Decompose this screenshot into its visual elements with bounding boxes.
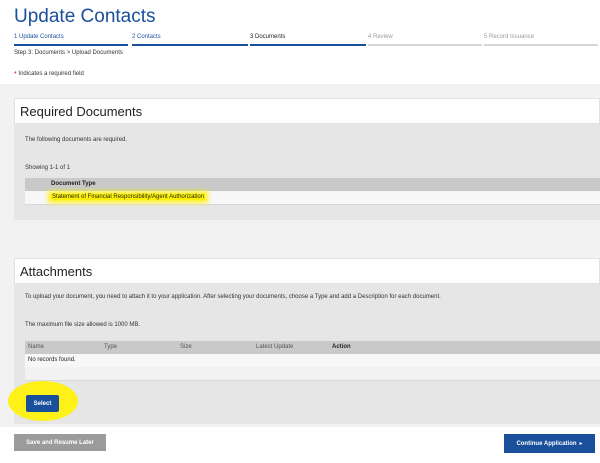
step-bar — [250, 44, 366, 46]
step-label: 4 Review — [368, 34, 393, 40]
section-title: Required Documents — [20, 104, 143, 119]
column-document-type: Document Type — [51, 181, 96, 187]
required-documents-section: Required Documents The following documen… — [14, 98, 600, 220]
section-body: The following documents are required. Sh… — [14, 124, 600, 220]
table-spacer-row — [25, 367, 600, 381]
column-type[interactable]: Type — [104, 344, 117, 350]
required-field-note: * Indicates a required field — [14, 71, 84, 78]
table-row[interactable]: Statement of Financial Responsibility/Ag… — [25, 191, 600, 205]
section-title: Attachments — [20, 264, 93, 279]
column-name[interactable]: Name — [28, 344, 44, 350]
step-label: 2 Contacts — [132, 34, 161, 40]
attachments-table-header: Name Type Size Latest Update Action — [25, 341, 600, 354]
step-documents: 3 Documents — [250, 32, 366, 46]
save-and-resume-button[interactable]: Save and Resume Later — [14, 434, 106, 451]
step-record-issuance: 5 Record Issuance — [484, 32, 598, 46]
attachments-section: Attachments To upload your document, you… — [14, 258, 600, 424]
step-progress: 1 Update Contacts 2 Contacts 3 Documents… — [14, 32, 598, 46]
section-header: Required Documents — [14, 98, 600, 124]
required-intro: The following documents are required. — [25, 137, 128, 143]
step-bar — [14, 44, 128, 46]
documents-table-header: Document Type — [25, 178, 600, 191]
required-note-text: Indicates a required field — [18, 71, 84, 77]
step-update-contacts[interactable]: 1 Update Contacts — [14, 32, 128, 46]
step-bar — [368, 44, 482, 46]
no-records-message: No records found. — [28, 357, 76, 363]
page-title: Update Contacts — [14, 6, 156, 27]
showing-count: Showing 1-1 of 1 — [25, 165, 71, 171]
chevron-right-icon: ▸ — [579, 441, 583, 447]
step-contacts[interactable]: 2 Contacts — [132, 32, 248, 46]
step-bar — [484, 44, 598, 46]
column-size[interactable]: Size — [180, 344, 192, 350]
continue-label: Continue Application — [516, 440, 577, 447]
required-star: * — [14, 71, 17, 78]
step-label: 5 Record Issuance — [484, 34, 535, 40]
step-label: 3 Documents — [250, 34, 286, 40]
step-label: 1 Update Contacts — [14, 34, 64, 40]
column-latest-update[interactable]: Latest Update — [256, 344, 293, 350]
max-file-size: The maximum file size allowed is 1000 MB… — [25, 322, 141, 328]
empty-row: No records found. — [25, 354, 600, 368]
step-review: 4 Review — [368, 32, 482, 46]
column-action: Action — [332, 344, 351, 350]
step-bar — [132, 44, 248, 46]
attachments-instructions: To upload your document, you need to att… — [25, 294, 441, 300]
document-type-cell: Statement of Financial Responsibility/Ag… — [51, 194, 206, 200]
breadcrumb: Step 3: Documents > Upload Documents — [14, 50, 123, 56]
section-body: To upload your document, you need to att… — [14, 284, 600, 424]
select-button[interactable]: Select — [26, 395, 59, 412]
continue-application-button[interactable]: Continue Application ▸ — [504, 434, 595, 453]
section-header: Attachments — [14, 258, 600, 284]
